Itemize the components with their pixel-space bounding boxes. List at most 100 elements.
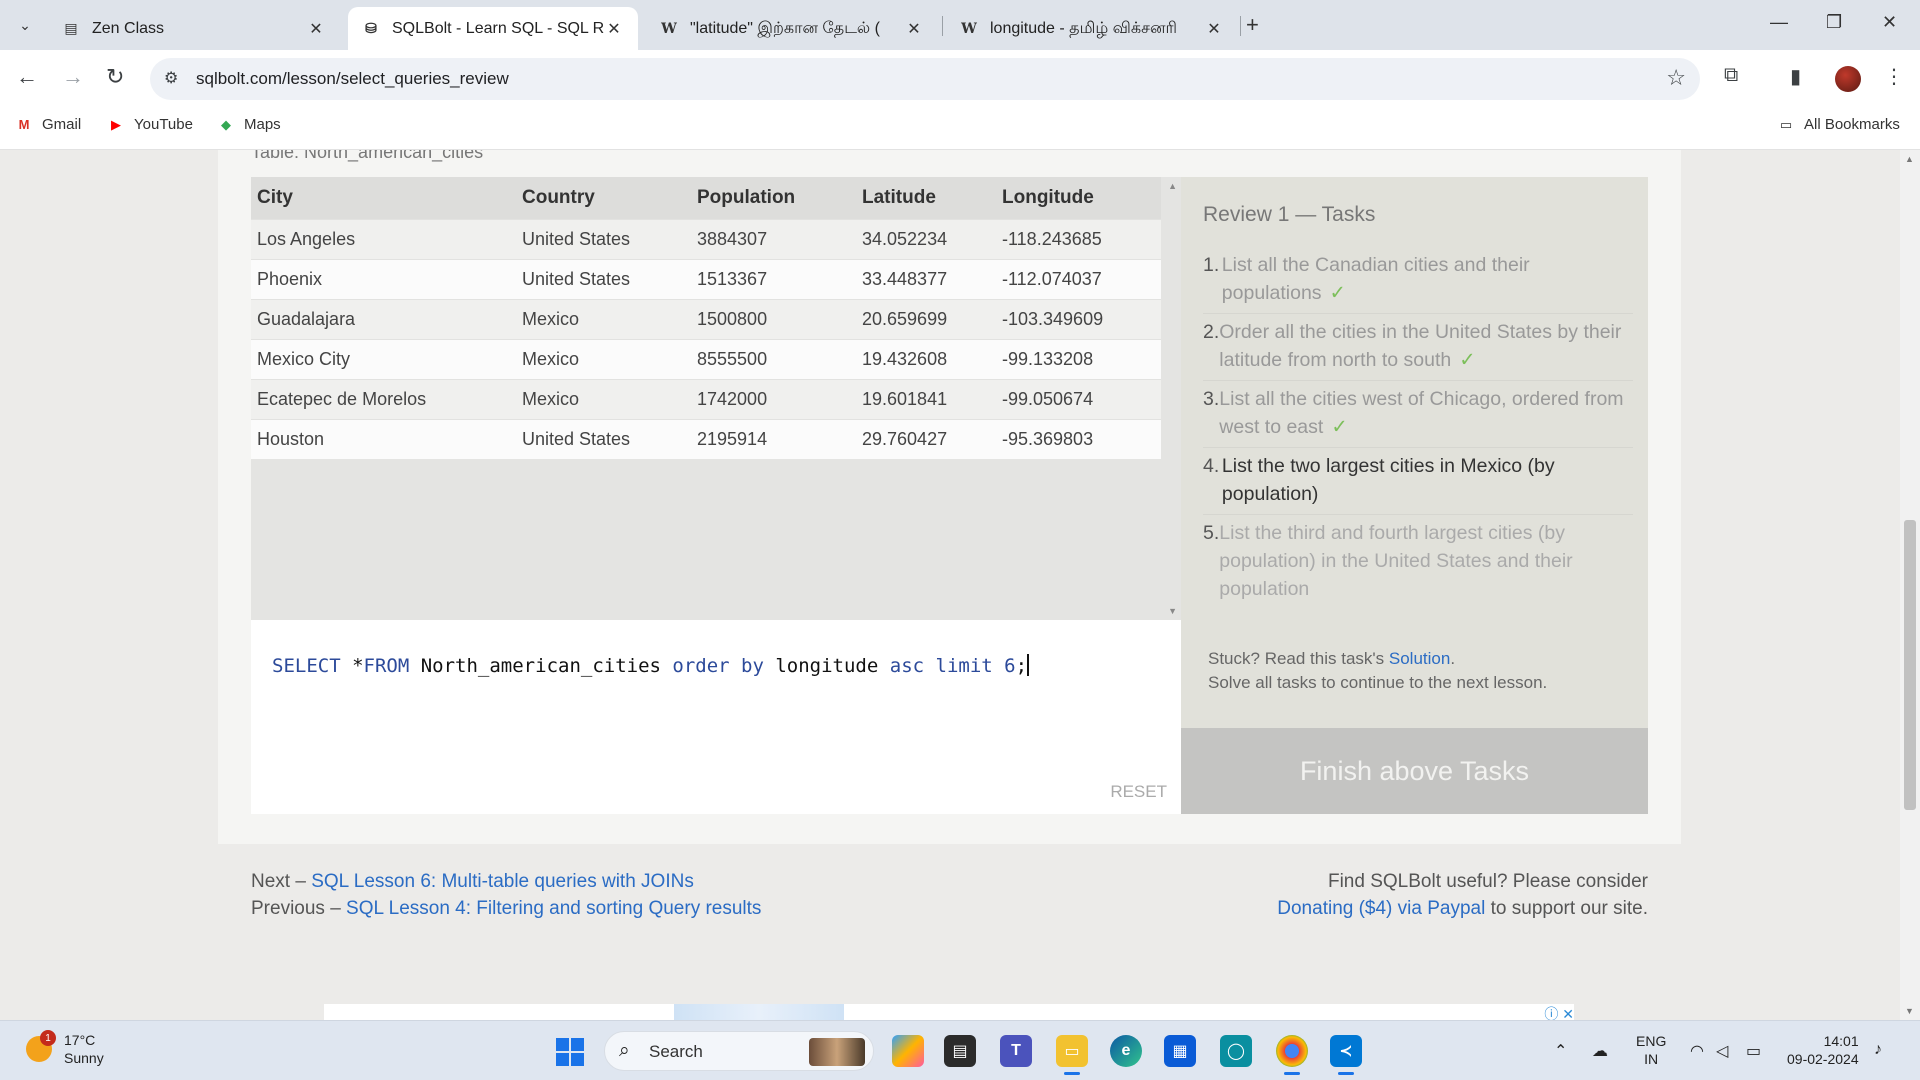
tab-search-button[interactable]: ⌄ — [10, 11, 40, 39]
weather-widget[interactable]: 1 17°C Sunny — [26, 1030, 104, 1067]
cell: Mexico — [516, 378, 691, 419]
table-label: Table: North_american_cities — [251, 150, 484, 162]
language-indicator[interactable]: ENG IN — [1636, 1032, 1666, 1068]
vscode-app-icon[interactable]: ≺ — [1330, 1035, 1362, 1075]
app-icon-circle[interactable]: ◯ — [1220, 1035, 1252, 1067]
back-button[interactable]: ← — [16, 64, 38, 90]
scroll-down-icon[interactable]: ▼ — [1905, 1006, 1914, 1016]
previous-lesson-link[interactable]: SQL Lesson 4: Filtering and sorting Quer… — [346, 898, 761, 919]
minimize-icon: — — [1770, 12, 1788, 32]
cell: 19.601841 — [856, 378, 996, 419]
chevron-up-icon[interactable]: ⌃ — [1554, 1041, 1567, 1061]
copilot-app-icon[interactable] — [892, 1035, 924, 1067]
maps-icon: ◆ — [221, 116, 231, 132]
table-row: Mexico City Mexico 8555500 19.432608 -99… — [251, 338, 1161, 379]
forward-button[interactable]: → — [62, 64, 84, 90]
chevron-down-icon: ⌄ — [19, 16, 31, 33]
start-button[interactable] — [556, 1038, 584, 1066]
task-item: 5. List the third and fourth largest citi… — [1203, 515, 1633, 609]
scrollbar-thumb[interactable] — [1904, 520, 1916, 810]
column-header: City — [251, 177, 516, 219]
store-app-icon[interactable]: ▦ — [1164, 1035, 1196, 1067]
profile-avatar[interactable] — [1835, 66, 1861, 92]
cell: Mexico — [516, 338, 691, 379]
restore-button[interactable]: ❐ — [1826, 12, 1842, 33]
volume-icon[interactable]: ◁ — [1716, 1041, 1728, 1061]
tab-title: SQLBolt - Learn SQL - SQL Revi — [392, 19, 604, 37]
sql-token: order by — [672, 655, 764, 677]
wiktionary-favicon-icon: W — [961, 20, 977, 37]
ad-info-close-icon[interactable]: ⓘ ✕ — [1544, 1004, 1574, 1020]
cell: 1500800 — [691, 298, 856, 339]
cell: -99.050674 — [996, 378, 1161, 419]
sql-token: longitude — [763, 655, 890, 677]
clock-time: 14:01 — [1823, 1033, 1859, 1049]
menu-kebab-icon[interactable]: ⋮ — [1884, 64, 1904, 89]
minimize-button[interactable]: — — [1770, 12, 1788, 33]
task-number: 5. — [1203, 522, 1220, 544]
onedrive-icon[interactable]: ☁ — [1592, 1041, 1608, 1061]
sql-token: asc limit — [889, 655, 993, 677]
scroll-up-icon[interactable]: ▲ — [1905, 154, 1914, 164]
task-number: 3. — [1203, 388, 1220, 410]
notifications-bell-icon[interactable]: ♪ — [1874, 1041, 1882, 1059]
task-body: List the two largest cities in Mexico (b… — [1222, 452, 1633, 508]
task-item: 4. List the two largest cities in Mexico … — [1203, 448, 1633, 515]
finish-tasks-button[interactable]: Finish above Tasks — [1181, 728, 1648, 814]
checkmark-icon: ✓ — [1459, 349, 1476, 371]
bookmark-star-icon[interactable]: ☆ — [1666, 65, 1686, 91]
battery-icon[interactable]: ▭ — [1746, 1041, 1761, 1061]
close-window-button[interactable]: ✕ — [1882, 12, 1897, 33]
sql-editor[interactable]: SELECT *FROM North_american_cities order… — [251, 620, 1181, 814]
tab-zen-class[interactable]: ▤ Zen Class ✕ — [48, 7, 340, 50]
tab-sqlbolt[interactable]: ⛁ SQLBolt - Learn SQL - SQL Revi ✕ — [348, 7, 638, 50]
next-lesson-link[interactable]: SQL Lesson 6: Multi-table queries with J… — [311, 871, 694, 892]
file-explorer-app-icon[interactable]: ▭ — [1056, 1035, 1088, 1075]
wifi-icon[interactable]: ◠ — [1690, 1041, 1704, 1061]
cell: 29.760427 — [856, 418, 996, 459]
new-tab-button[interactable]: + — [1246, 12, 1259, 38]
chrome-app-icon[interactable] — [1276, 1035, 1308, 1075]
table-row: Los Angeles United States 3884307 34.052… — [251, 218, 1161, 259]
tab-latitude-search[interactable]: W "latitude" இற்கான தேடல் ( ✕ — [646, 7, 938, 50]
address-bar[interactable]: ⚙ sqlbolt.com/lesson/select_queries_revi… — [150, 58, 1700, 100]
table-row: Guadalajara Mexico 1500800 20.659699 -10… — [251, 298, 1161, 339]
reload-button[interactable]: ↻ — [106, 64, 124, 90]
browser-toolbar: ← → ↻ ⚙ sqlbolt.com/lesson/select_querie… — [0, 50, 1920, 106]
solution-link[interactable]: Solution — [1389, 649, 1450, 668]
taskbar-search[interactable]: ⌕ Search — [604, 1031, 874, 1071]
edge-app-icon[interactable]: e — [1110, 1035, 1142, 1067]
tasks-heading: Review 1 — Tasks — [1203, 203, 1376, 226]
site-info-icon[interactable]: ⚙ — [164, 68, 178, 88]
cell: 8555500 — [691, 338, 856, 379]
zen-class-favicon-icon: ▤ — [64, 20, 78, 37]
bookmark-gmail[interactable]: M Gmail — [14, 116, 82, 133]
stuck-prefix: Stuck? Read this task's — [1208, 649, 1389, 668]
clock[interactable]: 14:01 09-02-2024 — [1787, 1032, 1859, 1068]
donate-link[interactable]: Donating ($4) via Paypal — [1277, 898, 1485, 919]
extensions-icon[interactable]: ⧉ — [1724, 64, 1738, 87]
close-tab-icon[interactable]: ✕ — [1204, 19, 1224, 39]
close-tab-icon[interactable]: ✕ — [904, 19, 924, 39]
bookmark-youtube[interactable]: ▶ YouTube — [106, 116, 193, 133]
file-manager-app-icon[interactable]: ▤ — [944, 1035, 976, 1067]
tab-title: Zen Class — [92, 19, 165, 37]
teams-app-icon[interactable]: T — [1000, 1035, 1032, 1067]
sql-query-text[interactable]: SELECT *FROM North_american_cities order… — [272, 654, 1030, 677]
reset-button[interactable]: RESET — [1110, 782, 1167, 802]
close-tab-icon[interactable]: ✕ — [306, 19, 326, 39]
results-scroll-down-icon[interactable]: ▼ — [1168, 606, 1177, 616]
all-bookmarks-button[interactable]: ▭ All Bookmarks — [1776, 116, 1900, 133]
sql-token: 6 — [1004, 655, 1016, 677]
side-panel-icon[interactable]: ▮ — [1790, 64, 1801, 89]
cell: Houston — [251, 418, 516, 459]
folder-icon: ▭ — [1779, 116, 1793, 132]
ad-banner[interactable]: ⓘ ✕ — [324, 1004, 1574, 1020]
tab-longitude-wiktionary[interactable]: W longitude - தமிழ் விக்சனரி ✕ — [946, 7, 1238, 50]
close-tab-icon[interactable]: ✕ — [604, 19, 624, 39]
page-scrollbar[interactable]: ▲ ▼ — [1900, 150, 1920, 1020]
bookmark-maps[interactable]: ◆ Maps — [216, 116, 281, 133]
results-scroll-up-icon[interactable]: ▲ — [1168, 181, 1177, 191]
url-text[interactable]: sqlbolt.com/lesson/select_queries_review — [196, 69, 509, 89]
